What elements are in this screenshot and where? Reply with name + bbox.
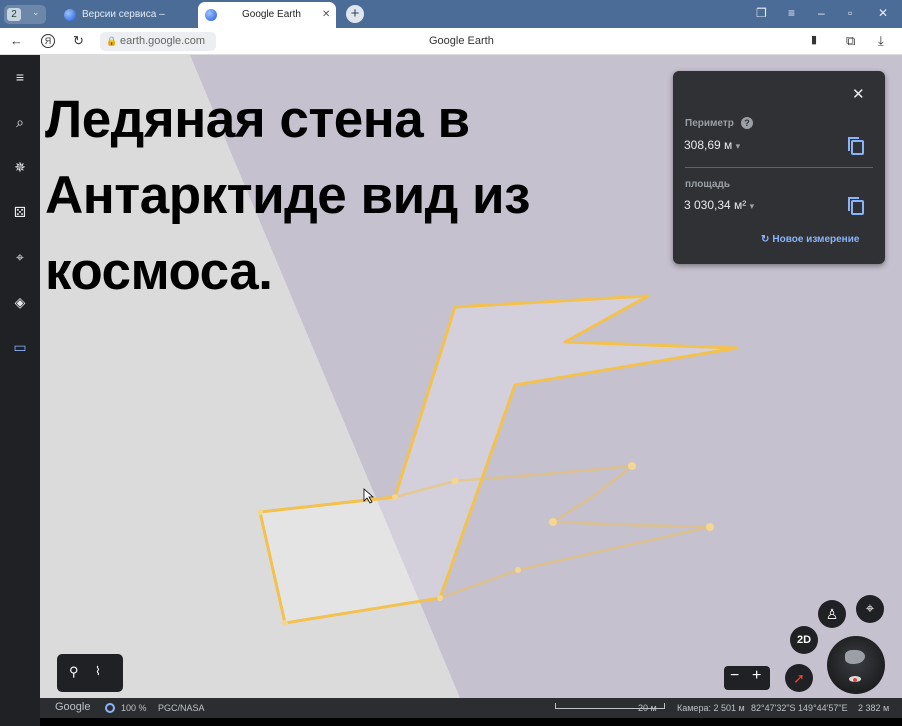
tab-versions[interactable]: Версии сервиса – Google: [58, 4, 193, 42]
reset-icon: ↻: [761, 234, 770, 245]
elevation: 2 382 м: [858, 703, 890, 713]
sidebar: ≡ ⌕ ✵ ⚄ ⌖ ◈ ▭: [0, 55, 40, 726]
perimeter-value[interactable]: 308,69 м ▾: [684, 138, 740, 152]
chevron-down-icon: ⌄: [32, 7, 40, 17]
bookmark-icon[interactable]: ▮: [811, 33, 817, 46]
copy-icon[interactable]: [848, 197, 864, 215]
perimeter-value-text: 308,69 м: [684, 138, 733, 152]
area-value[interactable]: 3 030,34 м² ▾: [684, 198, 754, 212]
menu-icon[interactable]: ≡: [10, 67, 30, 87]
placemark-icon[interactable]: ⚲: [69, 664, 79, 680]
collections-icon[interactable]: ❐: [756, 6, 767, 20]
tab-count-button[interactable]: 2 ⌄: [4, 5, 46, 24]
download-icon[interactable]: ⤓: [878, 33, 884, 49]
lock-icon: 🔒: [106, 36, 118, 46]
voyager-icon[interactable]: ✵: [10, 157, 30, 177]
copy-icon[interactable]: [848, 137, 864, 155]
close-tab-icon[interactable]: ✕: [322, 2, 330, 28]
tools-box: ⚲ ⌇: [57, 654, 123, 692]
projects-icon[interactable]: ⌖: [10, 247, 30, 267]
page-title: Google Earth: [429, 35, 494, 47]
dropdown-icon: ▾: [749, 201, 755, 211]
loading-ring-icon: [105, 703, 115, 713]
area-label: площадь: [685, 179, 730, 190]
measure-panel: ✕ Периметр ? 308,69 м ▾ площадь 3 030,34…: [673, 71, 885, 264]
url-text: earth.google.com: [120, 35, 205, 47]
dropdown-icon: ▾: [735, 141, 741, 151]
vertex[interactable]: [549, 518, 557, 526]
tab-count: 2: [7, 8, 21, 21]
restore-icon[interactable]: ▫: [848, 6, 852, 20]
imagery-credits: PGC/NASA: [158, 703, 205, 713]
reader-icon[interactable]: ⧉: [846, 33, 855, 49]
new-measurement-label: Новое измерение: [772, 234, 860, 245]
vertex[interactable]: [437, 595, 443, 601]
scale-label: 20 м: [638, 703, 657, 713]
zoom-controls: − +: [724, 666, 770, 690]
menu-icon[interactable]: ≡: [788, 6, 795, 20]
new-measurement-button[interactable]: ↻ Новое измерение: [761, 234, 859, 245]
earth-favicon-icon: [64, 9, 76, 21]
url-field[interactable]: 🔒 earth.google.com: [100, 32, 216, 51]
tab-label: Google Earth: [242, 9, 301, 20]
vertex[interactable]: [282, 620, 288, 626]
close-window-icon[interactable]: ✕: [878, 6, 888, 20]
vertex[interactable]: [515, 567, 521, 573]
yandex-icon[interactable]: Я: [41, 34, 55, 48]
divider: [685, 167, 873, 168]
back-icon[interactable]: ←: [10, 33, 23, 48]
address-bar: ← Я ↻ 🔒 earth.google.com Google Earth ▮ ⧉…: [0, 28, 902, 55]
vertex[interactable]: [392, 494, 398, 500]
my-location-icon[interactable]: ⌖: [856, 595, 884, 623]
compass-icon[interactable]: ➚: [785, 664, 813, 692]
dice-icon[interactable]: ⚄: [10, 202, 30, 222]
close-icon[interactable]: ✕: [852, 85, 865, 103]
tab-bar: 2⌄ Версии сервиса – Google Google Earth✕…: [0, 0, 902, 42]
load-progress: 100 %: [121, 703, 147, 713]
earth-favicon-icon: [205, 9, 217, 21]
tab-google-earth[interactable]: Google Earth ✕: [198, 2, 336, 28]
vertex[interactable]: [706, 523, 714, 531]
reload-icon[interactable]: ↻: [73, 33, 84, 49]
area-value-text: 3 030,34 м²: [684, 198, 747, 212]
vertex[interactable]: [451, 477, 459, 485]
vertex[interactable]: [257, 509, 263, 515]
2d-toggle-button[interactable]: 2D: [790, 626, 818, 654]
google-logo: Google: [55, 701, 91, 713]
status-bar: Google 100 % PGC/NASA 20 м Камера: 2 501…: [40, 698, 902, 718]
path-icon[interactable]: ⌇: [95, 664, 101, 678]
globe-minimap[interactable]: [827, 636, 885, 694]
overlay-title: Ледяная стена в Антарктиде вид из космос…: [45, 90, 530, 301]
ruler-icon[interactable]: ▭: [10, 337, 30, 357]
camera-altitude: Камера: 2 501 м: [677, 703, 745, 713]
zoom-in-button[interactable]: +: [752, 667, 761, 685]
street-view-icon[interactable]: ♙: [818, 600, 846, 628]
new-tab-button[interactable]: +: [346, 5, 364, 23]
perimeter-label: Периметр: [685, 118, 734, 129]
vertex[interactable]: [628, 462, 636, 470]
minimize-icon[interactable]: –: [818, 6, 825, 20]
location-marker-icon: [853, 678, 857, 682]
layers-icon[interactable]: ◈: [10, 292, 30, 312]
coordinates: 82°47'32"S 149°44'57"E: [751, 703, 848, 713]
2d-label: 2D: [796, 634, 812, 646]
help-icon[interactable]: ?: [741, 117, 753, 129]
zoom-out-button[interactable]: −: [730, 667, 739, 685]
search-icon[interactable]: ⌕: [10, 112, 30, 132]
australia-shape: [845, 650, 865, 664]
